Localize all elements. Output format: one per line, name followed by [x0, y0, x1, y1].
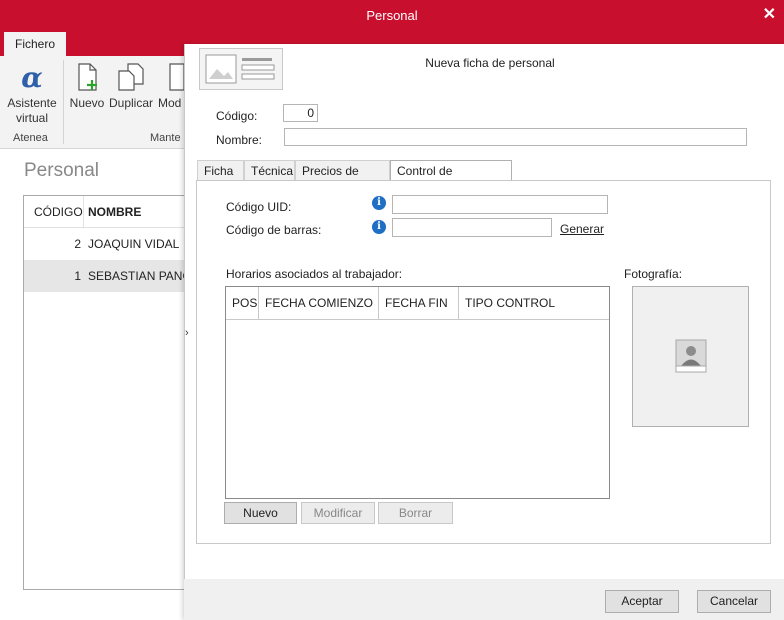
duplicate-icon — [118, 63, 144, 91]
close-icon[interactable]: ✕ — [763, 4, 776, 24]
header-divider — [226, 319, 609, 320]
table-row[interactable]: 1 SEBASTIAN PANCO — [24, 260, 200, 292]
tab-fichero[interactable]: Fichero — [4, 32, 66, 56]
duplicar-label: Duplicar — [108, 96, 153, 110]
horario-nuevo-button[interactable]: Nuevo — [224, 502, 297, 524]
nombre-label: Nombre: — [216, 133, 263, 147]
asistente-virtual-button[interactable]: α Asistente virtual — [4, 62, 60, 126]
duplicar-button[interactable]: Duplicar — [108, 62, 154, 110]
chevron-right-icon[interactable]: › — [185, 327, 189, 339]
dialog-footer — [184, 579, 784, 620]
column-header-fecha-fin[interactable]: FECHA FIN — [379, 287, 459, 319]
info-icon[interactable]: i — [372, 220, 386, 234]
cell-codigo: 1 — [74, 269, 81, 283]
codigo-label: Código: — [216, 109, 258, 123]
nuevo-button[interactable]: Nuevo — [68, 62, 106, 110]
modificar-button[interactable]: Mod — [156, 62, 184, 110]
codigo-field[interactable]: 0 — [283, 104, 318, 122]
person-photo-icon — [675, 339, 707, 373]
fotografia-label: Fotografía: — [624, 267, 683, 281]
photo-placeholder-icon — [205, 54, 275, 84]
fotografia-box[interactable] — [632, 286, 749, 427]
column-header-fecha-comienzo[interactable]: FECHA COMIENZO — [259, 287, 379, 319]
grid-header: CÓDIGO NOMBRE — [24, 196, 199, 228]
cancelar-button[interactable]: Cancelar — [697, 590, 771, 613]
group-separator — [63, 60, 64, 144]
column-header-tipo-control[interactable]: TIPO CONTROL — [459, 287, 609, 319]
tab-tecnica[interactable]: Técnica — [244, 160, 295, 180]
nuevo-label: Nuevo — [69, 96, 105, 110]
column-divider — [83, 196, 84, 227]
group-label-mantenimiento: Mante — [150, 132, 181, 144]
codigo-uid-label: Código UID: — [226, 200, 292, 214]
info-icon[interactable]: i — [372, 196, 386, 210]
title-bar: Personal ✕ — [0, 0, 784, 32]
generar-link[interactable]: Generar — [560, 222, 604, 236]
alpha-icon: α — [21, 62, 43, 92]
new-document-icon — [78, 63, 97, 91]
table-row[interactable]: 2 JOAQUIN VIDAL — [24, 228, 199, 260]
codigo-uid-field[interactable] — [392, 195, 608, 214]
horarios-grid[interactable]: POS FECHA COMIENZO FECHA FIN TIPO CONTRO… — [225, 286, 610, 499]
column-header-nombre[interactable]: NOMBRE — [88, 205, 141, 219]
page-title: Personal — [24, 160, 99, 181]
asistente-label: Asistente virtual — [7, 96, 57, 125]
edit-document-icon — [169, 63, 184, 91]
codigo-barras-label: Código de barras: — [226, 223, 322, 237]
codigo-barras-field[interactable] — [392, 218, 552, 237]
tab-precios-de-horas[interactable]: Precios de horas — [295, 160, 390, 198]
svg-text:α: α — [21, 62, 43, 92]
aceptar-button[interactable]: Aceptar — [605, 590, 679, 613]
tab-ficha[interactable]: Ficha — [197, 160, 244, 180]
column-header-codigo[interactable]: CÓDIGO — [34, 205, 83, 219]
dialog-title: Nueva ficha de personal — [425, 56, 555, 70]
horario-modificar-button[interactable]: Modificar — [301, 502, 375, 524]
personal-grid[interactable]: CÓDIGO NOMBRE 2 JOAQUIN VIDAL 1 SEBASTIA… — [23, 195, 200, 590]
cell-codigo: 2 — [74, 237, 81, 251]
column-header-pos[interactable]: POS — [226, 287, 259, 319]
horarios-label: Horarios asociados al trabajador: — [226, 267, 403, 281]
cell-nombre: JOAQUIN VIDAL — [88, 237, 180, 251]
modificar-label: Mod — [158, 96, 182, 110]
ficha-image-placeholder — [199, 48, 283, 90]
nombre-field[interactable] — [284, 128, 747, 146]
group-label-atenea: Atenea — [13, 132, 48, 144]
window-title: Personal — [366, 8, 418, 23]
tab-control-de-presencia[interactable]: Control de presencia — [390, 160, 512, 198]
horario-borrar-button[interactable]: Borrar — [378, 502, 453, 524]
